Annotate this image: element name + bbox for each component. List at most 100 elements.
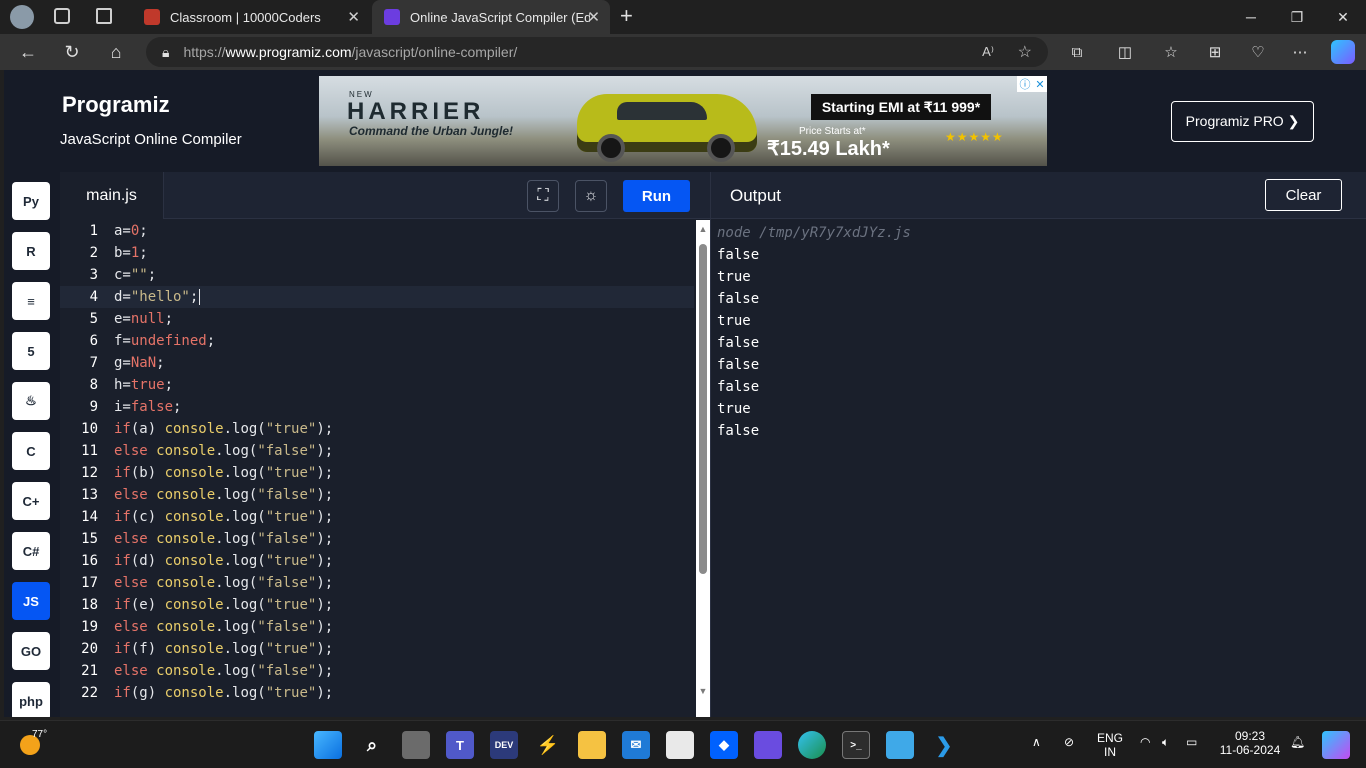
split-screen-icon[interactable]: ◫ xyxy=(1113,40,1137,64)
cpp-icon[interactable]: C+ xyxy=(12,482,50,520)
minimize-button[interactable]: ─ xyxy=(1228,0,1274,34)
start-button[interactable] xyxy=(314,731,342,759)
address-bar[interactable]: 🔒︎ https://www.programiz.com/javascript/… xyxy=(146,37,1048,67)
csharp-icon[interactable]: C# xyxy=(12,532,50,570)
scroll-up-icon[interactable]: ▲ xyxy=(697,224,709,234)
code-line[interactable]: 6 f=undefined; xyxy=(60,330,694,352)
battery-icon[interactable]: ▭ xyxy=(1186,735,1197,749)
code-line[interactable]: 17 else console.log("false"); xyxy=(60,572,694,594)
clear-button[interactable]: Clear xyxy=(1265,179,1342,211)
r-icon[interactable]: R xyxy=(12,232,50,270)
dev-home-icon[interactable]: DEV xyxy=(490,731,518,759)
scroll-down-icon[interactable]: ▼ xyxy=(697,686,709,696)
programiz-pro-button[interactable]: Programiz PRO ❯ xyxy=(1171,101,1314,142)
restore-button[interactable]: ❐ xyxy=(1274,0,1320,34)
volume-icon[interactable]: 🔈︎ xyxy=(1162,735,1169,750)
close-window-button[interactable]: ✕ xyxy=(1320,0,1366,34)
copilot-taskbar-icon[interactable] xyxy=(1322,731,1350,759)
go-icon[interactable]: GO xyxy=(12,632,50,670)
close-tab-icon[interactable]: ✕ xyxy=(347,8,360,26)
refresh-button[interactable]: ↻ xyxy=(57,38,87,66)
notepad-icon[interactable] xyxy=(886,731,914,759)
code-line[interactable]: 1 a=0; xyxy=(60,220,694,242)
python-icon[interactable]: Py xyxy=(12,182,50,220)
search-icon[interactable]: ⌕ xyxy=(358,731,386,759)
clock[interactable]: 09:23 11-06-2024 xyxy=(1218,729,1282,757)
code-line[interactable]: 5 e=null; xyxy=(60,308,694,330)
profile-avatar[interactable] xyxy=(10,5,34,29)
new-tab-button[interactable]: + xyxy=(620,3,633,29)
favorite-star-icon[interactable]: ☆ xyxy=(1018,42,1032,62)
ad-brand: HARRIER xyxy=(347,98,485,125)
code-line[interactable]: 11 else console.log("false"); xyxy=(60,440,694,462)
notifications-icon[interactable]: 🔔︎ xyxy=(1290,735,1305,749)
code-line[interactable]: 2 b=1; xyxy=(60,242,694,264)
vscode-icon[interactable]: ❯ xyxy=(930,731,958,759)
mail-icon[interactable]: ✉ xyxy=(622,731,650,759)
edge-browser-icon[interactable] xyxy=(798,731,826,759)
teams-icon[interactable]: T xyxy=(446,731,474,759)
microsoft-store-icon[interactable] xyxy=(666,731,694,759)
dropbox-icon[interactable]: ◆ xyxy=(710,731,738,759)
code-line[interactable]: 16 if(d) console.log("true"); xyxy=(60,550,694,572)
scrollbar-thumb[interactable] xyxy=(699,244,707,574)
tab-actions-icon[interactable] xyxy=(96,8,112,24)
code-line[interactable]: 20 if(f) console.log("true"); xyxy=(60,638,694,660)
terminal-icon[interactable]: >_ xyxy=(842,731,870,759)
sql-icon[interactable]: ≡ xyxy=(12,282,50,320)
js-icon[interactable]: JS xyxy=(12,582,50,620)
workspaces-icon[interactable] xyxy=(54,8,70,24)
code-line[interactable]: 15 else console.log("false"); xyxy=(60,528,694,550)
programiz-logo[interactable]: Programiz xyxy=(62,92,170,118)
code-area[interactable]: 1 a=0; 2 b=1; 3 c=""; 4 d="hello"; 5 e=null; 6 f=un… xyxy=(60,220,694,717)
more-options-icon[interactable]: ⋯ xyxy=(1288,40,1312,64)
code-line[interactable]: 4 d="hello"; xyxy=(60,286,694,308)
language-indicator[interactable]: ENG IN xyxy=(1094,731,1126,759)
fullscreen-icon[interactable]: ⛶ xyxy=(527,180,559,212)
app-icon[interactable] xyxy=(754,731,782,759)
file-explorer-icon[interactable] xyxy=(578,731,606,759)
code-line[interactable]: 10 if(a) console.log("true"); xyxy=(60,418,694,440)
azure-icon[interactable]: ⚡ xyxy=(534,731,562,759)
code-line[interactable]: 19 else console.log("false"); xyxy=(60,616,694,638)
back-button[interactable]: ← xyxy=(13,38,43,66)
code-line[interactable]: 3 c=""; xyxy=(60,264,694,286)
extensions-icon[interactable]: ⧉ xyxy=(1065,40,1089,64)
code-line[interactable]: 22 if(g) console.log("true"); xyxy=(60,682,694,704)
editor-scrollbar[interactable]: ▲ ▼ xyxy=(696,220,710,717)
code-line[interactable]: 9 i=false; xyxy=(60,396,694,418)
network-off-icon[interactable]: ⊘ xyxy=(1064,735,1074,749)
advertisement-banner[interactable]: NEW HARRIER Command the Urban Jungle! St… xyxy=(319,76,1047,166)
tab-online-js-compiler[interactable]: Online JavaScript Compiler (Edito ✕ xyxy=(372,0,610,34)
code-line[interactable]: 21 else console.log("false"); xyxy=(60,660,694,682)
code-line[interactable]: 12 if(b) console.log("true"); xyxy=(60,462,694,484)
tab-classroom[interactable]: Classroom | 10000Coders ✕ xyxy=(132,0,370,34)
code-line[interactable]: 8 h=true; xyxy=(60,374,694,396)
java-icon[interactable]: ♨ xyxy=(12,382,50,420)
file-tab[interactable]: main.js xyxy=(60,172,164,219)
show-hidden-icons[interactable]: ∧ xyxy=(1032,735,1041,749)
wifi-icon[interactable]: ◠ xyxy=(1140,735,1150,749)
code-token: else xyxy=(114,575,148,591)
collections-icon[interactable]: ⊞ xyxy=(1203,40,1227,64)
task-view-icon[interactable] xyxy=(402,731,430,759)
theme-toggle-icon[interactable]: ☼ xyxy=(575,180,607,212)
code-line[interactable]: 7 g=NaN; xyxy=(60,352,694,374)
run-button[interactable]: Run xyxy=(623,180,690,212)
output-console[interactable]: node /tmp/yR7y7xdJYz.js false true false tr… xyxy=(717,222,911,442)
code-line[interactable]: 13 else console.log("false"); xyxy=(60,484,694,506)
code-line[interactable]: 18 if(e) console.log("true"); xyxy=(60,594,694,616)
code-token: (c) xyxy=(130,509,165,525)
c-icon[interactable]: C xyxy=(12,432,50,470)
close-tab-icon[interactable]: ✕ xyxy=(587,8,600,26)
php-icon[interactable]: php xyxy=(12,682,50,717)
browser-essentials-icon[interactable]: ♡ xyxy=(1246,40,1270,64)
copilot-icon[interactable] xyxy=(1331,40,1355,64)
home-button[interactable]: ⌂ xyxy=(101,38,131,66)
code-line[interactable]: 14 if(c) console.log("true"); xyxy=(60,506,694,528)
ad-choices-icon[interactable]: ⓘ ✕ xyxy=(1017,76,1047,92)
favorites-icon[interactable]: ☆ xyxy=(1159,40,1183,64)
html-icon[interactable]: 5 xyxy=(12,332,50,370)
code-token: ; xyxy=(139,223,148,239)
read-aloud-icon[interactable]: A⁾ xyxy=(982,44,994,60)
